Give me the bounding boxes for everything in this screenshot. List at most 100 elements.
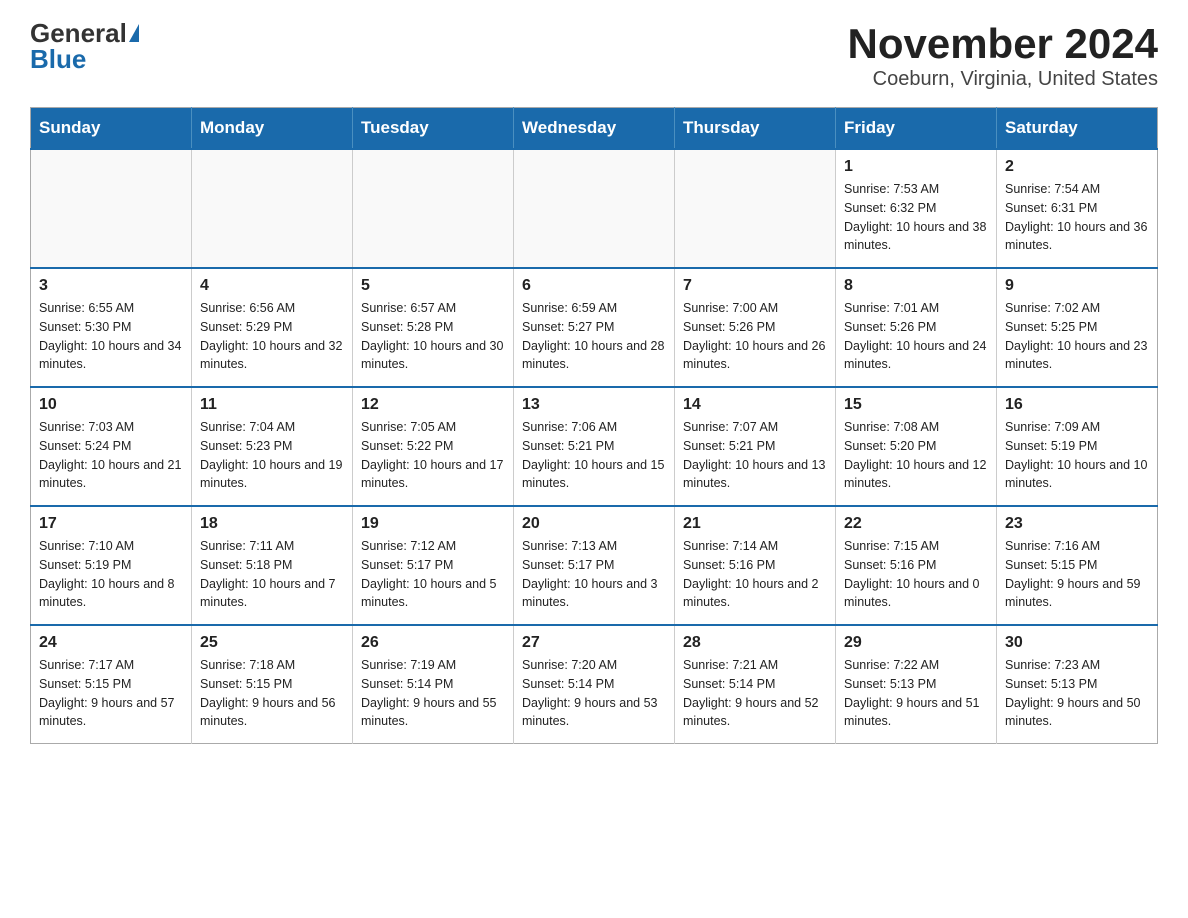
day-info: Sunrise: 7:04 AMSunset: 5:23 PMDaylight:…	[200, 418, 344, 493]
calendar-cell	[192, 149, 353, 268]
day-number: 10	[39, 396, 183, 414]
calendar-cell: 29 Sunrise: 7:22 AMSunset: 5:13 PMDayligh…	[836, 625, 997, 744]
day-number: 24	[39, 634, 183, 652]
calendar-week-row: 17Sunrise: 7:10 AMSunset: 5:19 PMDayligh…	[31, 506, 1158, 625]
calendar-cell: 25 Sunrise: 7:18 AMSunset: 5:15 PMDayligh…	[192, 625, 353, 744]
day-number: 27	[522, 634, 666, 652]
calendar-cell: 5Sunrise: 6:57 AMSunset: 5:28 PMDaylight…	[353, 268, 514, 387]
day-number: 14	[683, 396, 827, 414]
day-number: 18	[200, 515, 344, 533]
calendar-cell: 2 Sunrise: 7:54 AMSunset: 6:31 PMDaylight…	[997, 149, 1158, 268]
calendar-cell: 11Sunrise: 7:04 AMSunset: 5:23 PMDayligh…	[192, 387, 353, 506]
day-info: Sunrise: 6:59 AMSunset: 5:27 PMDaylight:…	[522, 299, 666, 374]
day-info: Sunrise: 7:54 AMSunset: 6:31 PMDaylight:…	[1005, 180, 1149, 255]
calendar-cell: 24 Sunrise: 7:17 AMSunset: 5:15 PMDayligh…	[31, 625, 192, 744]
calendar-week-row: 3Sunrise: 6:55 AMSunset: 5:30 PMDaylight…	[31, 268, 1158, 387]
calendar-cell: 27 Sunrise: 7:20 AMSunset: 5:14 PMDayligh…	[514, 625, 675, 744]
calendar-cell: 6 Sunrise: 6:59 AMSunset: 5:27 PMDaylight…	[514, 268, 675, 387]
day-number: 12	[361, 396, 505, 414]
calendar-cell: 23 Sunrise: 7:16 AMSunset: 5:15 PMDayligh…	[997, 506, 1158, 625]
day-number: 30	[1005, 634, 1149, 652]
day-info: Sunrise: 7:03 AMSunset: 5:24 PMDaylight:…	[39, 418, 183, 493]
calendar-cell: 30 Sunrise: 7:23 AMSunset: 5:13 PMDayligh…	[997, 625, 1158, 744]
day-info: Sunrise: 7:23 AMSunset: 5:13 PMDaylight:…	[1005, 656, 1149, 731]
day-info: Sunrise: 6:55 AMSunset: 5:30 PMDaylight:…	[39, 299, 183, 374]
day-info: Sunrise: 7:13 AMSunset: 5:17 PMDaylight:…	[522, 537, 666, 612]
day-number: 26	[361, 634, 505, 652]
day-info: Sunrise: 7:18 AMSunset: 5:15 PMDaylight:…	[200, 656, 344, 731]
calendar-cell: 28 Sunrise: 7:21 AMSunset: 5:14 PMDayligh…	[675, 625, 836, 744]
page-subtitle: Coeburn, Virginia, United States	[847, 68, 1158, 91]
calendar-day-header: Wednesday	[514, 108, 675, 150]
calendar-cell	[31, 149, 192, 268]
day-info: Sunrise: 7:07 AMSunset: 5:21 PMDaylight:…	[683, 418, 827, 493]
calendar-cell: 19 Sunrise: 7:12 AMSunset: 5:17 PMDayligh…	[353, 506, 514, 625]
day-info: Sunrise: 7:19 AMSunset: 5:14 PMDaylight:…	[361, 656, 505, 731]
calendar-cell	[514, 149, 675, 268]
calendar-day-header: Thursday	[675, 108, 836, 150]
day-number: 7	[683, 277, 827, 295]
day-info: Sunrise: 7:22 AMSunset: 5:13 PMDaylight:…	[844, 656, 988, 731]
day-info: Sunrise: 7:12 AMSunset: 5:17 PMDaylight:…	[361, 537, 505, 612]
day-number: 16	[1005, 396, 1149, 414]
page-title: November 2024	[847, 20, 1158, 68]
calendar-cell: 14 Sunrise: 7:07 AMSunset: 5:21 PMDayligh…	[675, 387, 836, 506]
calendar-cell: 15 Sunrise: 7:08 AMSunset: 5:20 PMDayligh…	[836, 387, 997, 506]
calendar-cell	[353, 149, 514, 268]
day-info: Sunrise: 7:15 AMSunset: 5:16 PMDaylight:…	[844, 537, 988, 612]
logo-general-text: General	[30, 20, 127, 46]
calendar-cell: 12 Sunrise: 7:05 AMSunset: 5:22 PMDayligh…	[353, 387, 514, 506]
calendar-cell: 7 Sunrise: 7:00 AMSunset: 5:26 PMDaylight…	[675, 268, 836, 387]
calendar-cell: 1Sunrise: 7:53 AMSunset: 6:32 PMDaylight…	[836, 149, 997, 268]
calendar-cell: 18 Sunrise: 7:11 AMSunset: 5:18 PMDayligh…	[192, 506, 353, 625]
day-number: 23	[1005, 515, 1149, 533]
calendar-day-header: Saturday	[997, 108, 1158, 150]
day-info: Sunrise: 7:16 AMSunset: 5:15 PMDaylight:…	[1005, 537, 1149, 612]
calendar-week-row: 10 Sunrise: 7:03 AMSunset: 5:24 PMDayligh…	[31, 387, 1158, 506]
calendar-cell: 13Sunrise: 7:06 AMSunset: 5:21 PMDayligh…	[514, 387, 675, 506]
day-number: 19	[361, 515, 505, 533]
day-number: 6	[522, 277, 666, 295]
calendar-day-header: Tuesday	[353, 108, 514, 150]
day-number: 28	[683, 634, 827, 652]
logo: General Blue	[30, 20, 139, 72]
day-info: Sunrise: 6:56 AMSunset: 5:29 PMDaylight:…	[200, 299, 344, 374]
day-info: Sunrise: 7:05 AMSunset: 5:22 PMDaylight:…	[361, 418, 505, 493]
day-number: 17	[39, 515, 183, 533]
calendar-cell: 10 Sunrise: 7:03 AMSunset: 5:24 PMDayligh…	[31, 387, 192, 506]
day-info: Sunrise: 7:21 AMSunset: 5:14 PMDaylight:…	[683, 656, 827, 731]
calendar-cell: 8Sunrise: 7:01 AMSunset: 5:26 PMDaylight…	[836, 268, 997, 387]
day-info: Sunrise: 7:14 AMSunset: 5:16 PMDaylight:…	[683, 537, 827, 612]
day-number: 20	[522, 515, 666, 533]
day-number: 21	[683, 515, 827, 533]
calendar-cell: 9Sunrise: 7:02 AMSunset: 5:25 PMDaylight…	[997, 268, 1158, 387]
calendar-cell: 4 Sunrise: 6:56 AMSunset: 5:29 PMDaylight…	[192, 268, 353, 387]
day-number: 4	[200, 277, 344, 295]
day-info: Sunrise: 7:17 AMSunset: 5:15 PMDaylight:…	[39, 656, 183, 731]
calendar-cell	[675, 149, 836, 268]
day-info: Sunrise: 7:08 AMSunset: 5:20 PMDaylight:…	[844, 418, 988, 493]
calendar-day-header: Friday	[836, 108, 997, 150]
calendar-day-header: Sunday	[31, 108, 192, 150]
logo-blue-text: Blue	[30, 46, 86, 72]
day-info: Sunrise: 7:09 AMSunset: 5:19 PMDaylight:…	[1005, 418, 1149, 493]
day-info: Sunrise: 7:00 AMSunset: 5:26 PMDaylight:…	[683, 299, 827, 374]
calendar-week-row: 24 Sunrise: 7:17 AMSunset: 5:15 PMDayligh…	[31, 625, 1158, 744]
day-info: Sunrise: 7:06 AMSunset: 5:21 PMDaylight:…	[522, 418, 666, 493]
title-block: November 2024 Coeburn, Virginia, United …	[847, 20, 1158, 91]
calendar-cell: 21 Sunrise: 7:14 AMSunset: 5:16 PMDayligh…	[675, 506, 836, 625]
day-number: 1	[844, 158, 988, 176]
day-number: 2	[1005, 158, 1149, 176]
calendar-week-row: 1Sunrise: 7:53 AMSunset: 6:32 PMDaylight…	[31, 149, 1158, 268]
day-info: Sunrise: 7:20 AMSunset: 5:14 PMDaylight:…	[522, 656, 666, 731]
day-number: 5	[361, 277, 505, 295]
logo-triangle-icon	[129, 24, 139, 42]
day-number: 25	[200, 634, 344, 652]
calendar-table: SundayMondayTuesdayWednesdayThursdayFrid…	[30, 107, 1158, 744]
page-header: General Blue November 2024 Coeburn, Virg…	[30, 20, 1158, 91]
day-number: 15	[844, 396, 988, 414]
day-info: Sunrise: 7:11 AMSunset: 5:18 PMDaylight:…	[200, 537, 344, 612]
calendar-cell: 17Sunrise: 7:10 AMSunset: 5:19 PMDayligh…	[31, 506, 192, 625]
day-number: 29	[844, 634, 988, 652]
day-info: Sunrise: 7:02 AMSunset: 5:25 PMDaylight:…	[1005, 299, 1149, 374]
